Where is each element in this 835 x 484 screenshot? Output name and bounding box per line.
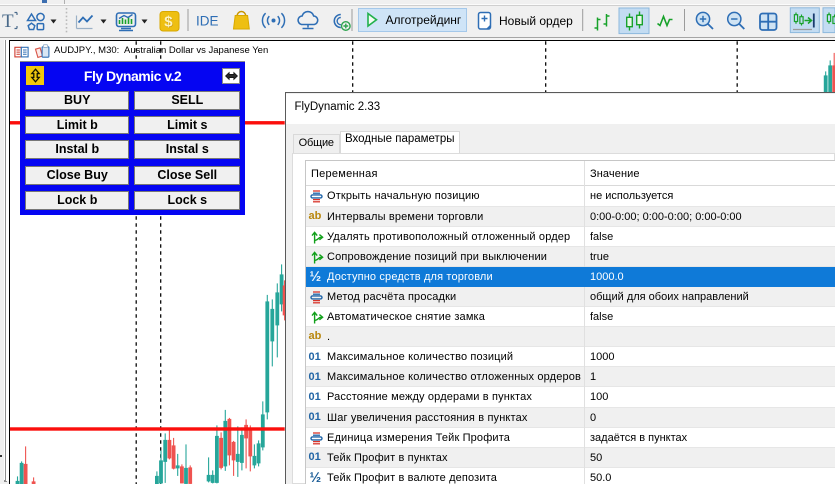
svg-text:IDE: IDE [196,14,219,29]
svg-text:T: T [2,11,14,32]
svg-text:$: $ [164,14,173,31]
